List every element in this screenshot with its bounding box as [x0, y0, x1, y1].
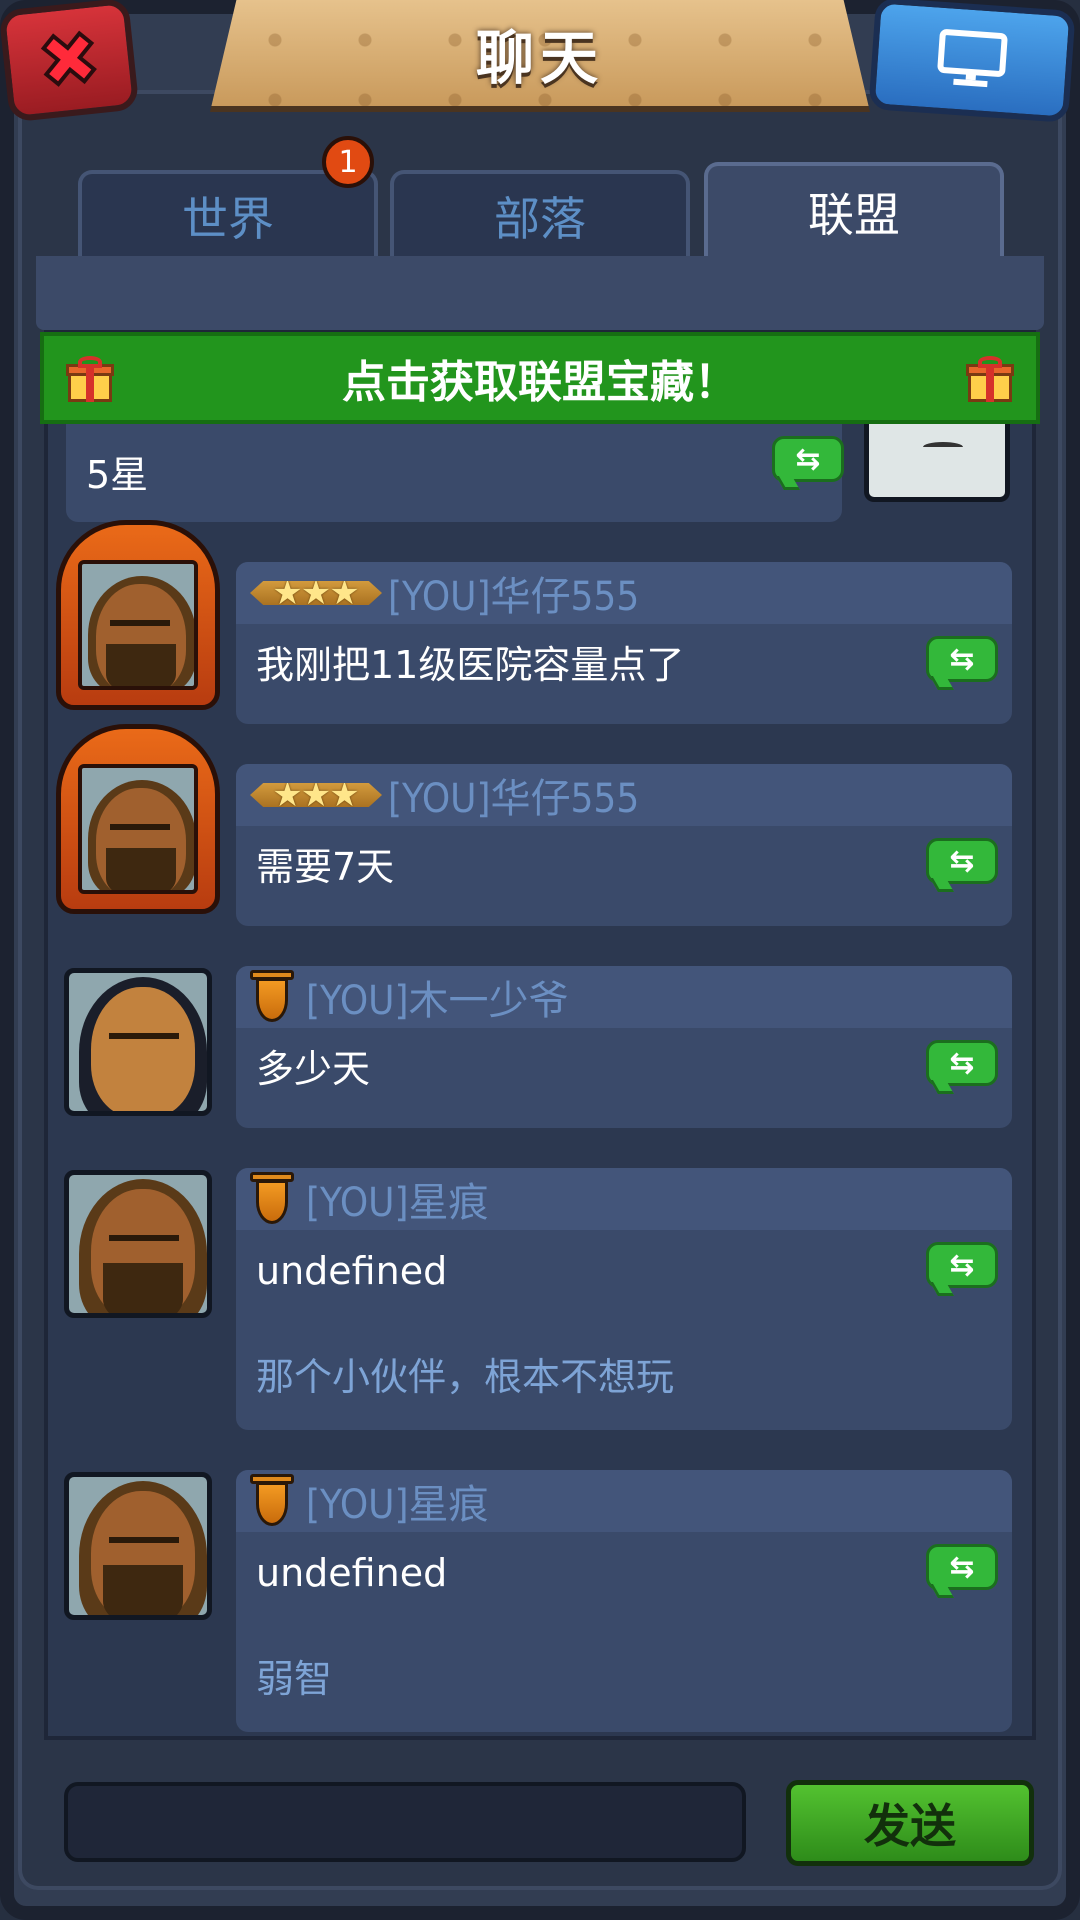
- treasure-banner-label: 点击获取联盟宝藏！: [342, 357, 738, 408]
- shield-rank-icon: [250, 1172, 294, 1226]
- send-button-label: 发送: [864, 1799, 956, 1853]
- sender-name[interactable]: [YOU]华仔555: [388, 564, 639, 622]
- close-button[interactable]: ✖: [0, 0, 140, 123]
- share-button[interactable]: ⇆: [772, 436, 844, 490]
- list-item: [YOU]星痕 undefined 弱智 ⇆: [236, 1470, 1012, 1732]
- share-button[interactable]: ⇆: [926, 1040, 998, 1094]
- shield-rank-icon: [250, 1474, 294, 1528]
- share-button[interactable]: ⇆: [926, 636, 998, 690]
- title-banner: 聊天: [210, 0, 870, 112]
- list-item: [YOU]星痕 undefined 那个小伙伴，根本不想玩 ⇆: [236, 1168, 1012, 1430]
- sender-name[interactable]: [YOU]木一少爷: [306, 968, 569, 1026]
- list-item: [YOU]木一少爷 多少天 ⇆: [236, 966, 1012, 1128]
- message-text-secondary: 那个小伙伴，根本不想玩: [256, 1355, 675, 1399]
- share-button[interactable]: ⇆: [926, 1242, 998, 1296]
- message-text: undefined: [256, 1249, 448, 1293]
- avatar[interactable]: [64, 1170, 212, 1318]
- avatar[interactable]: [64, 968, 212, 1116]
- sender-name[interactable]: [YOU]华仔555: [388, 766, 639, 824]
- tab-tribe[interactable]: 部落: [390, 170, 690, 258]
- send-button[interactable]: 发送: [786, 1780, 1034, 1866]
- tab-alliance[interactable]: 联盟: [704, 162, 1004, 258]
- avatar[interactable]: [56, 724, 220, 914]
- star-rank-icon: ★ ★ ★: [250, 783, 382, 807]
- monitor-icon: [937, 29, 1008, 88]
- message-input[interactable]: [64, 1782, 746, 1862]
- tab-tribe-label: 部落: [494, 192, 586, 246]
- sender-name[interactable]: [YOU]星痕: [306, 1170, 489, 1228]
- list-item: 5星 ⇆: [66, 412, 844, 522]
- shield-rank-icon: [250, 970, 294, 1024]
- tab-world-label: 世界: [182, 192, 274, 246]
- message-text: 需要7天: [256, 845, 395, 889]
- message-text-secondary: 弱智: [256, 1657, 333, 1701]
- sender-name[interactable]: [YOU]星痕: [306, 1472, 489, 1530]
- gift-icon: [966, 356, 1014, 402]
- page-title: 聊天: [475, 24, 604, 92]
- avatar[interactable]: [56, 520, 220, 710]
- message-text: undefined: [256, 1551, 448, 1595]
- screen-button[interactable]: [868, 0, 1076, 123]
- tab-bar-strip: [36, 256, 1044, 330]
- gift-icon: [66, 356, 114, 402]
- message-text: 5星: [86, 453, 149, 497]
- alliance-treasure-banner[interactable]: 点击获取联盟宝藏！: [40, 332, 1040, 424]
- avatar[interactable]: [64, 1472, 212, 1620]
- share-button[interactable]: ⇆: [926, 1544, 998, 1598]
- message-text: 多少天: [256, 1047, 371, 1091]
- tab-alliance-label: 联盟: [808, 188, 900, 242]
- share-button[interactable]: ⇆: [926, 838, 998, 892]
- star-rank-icon: ★ ★ ★: [250, 581, 382, 605]
- message-text: 我刚把11级医院容量点了: [256, 643, 685, 687]
- list-item: ★ ★ ★ [YOU]华仔555 我刚把11级医院容量点了 ⇆: [236, 562, 1012, 724]
- close-icon: ✖: [33, 13, 106, 107]
- avatar[interactable]: [864, 412, 1010, 502]
- notification-badge: 1: [322, 136, 374, 188]
- list-item: ★ ★ ★ [YOU]华仔555 需要7天 ⇆: [236, 764, 1012, 926]
